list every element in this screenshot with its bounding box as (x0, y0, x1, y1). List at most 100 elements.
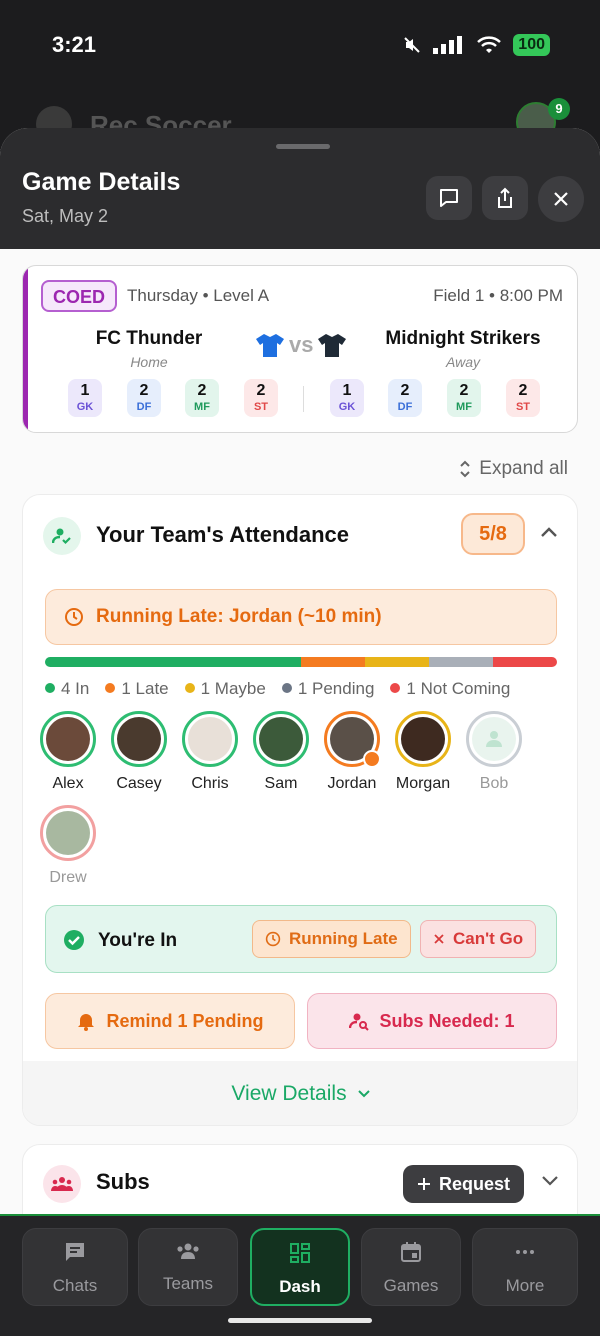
tab-teams[interactable]: Teams (138, 1228, 238, 1306)
remind-pending-label: Remind 1 Pending (106, 1010, 264, 1031)
view-details-button[interactable]: View Details (23, 1061, 577, 1125)
home-indicator (228, 1318, 372, 1323)
rsvp-status-label: You're In (98, 930, 178, 951)
tab-bar: Chats Teams Dash Games More (0, 1214, 600, 1336)
running-late-button[interactable]: Running Late (252, 920, 411, 958)
dashboard-icon (290, 1243, 310, 1263)
player-name: Alex (52, 775, 84, 792)
close-button[interactable] (538, 176, 584, 222)
chat-icon (66, 1243, 84, 1261)
tab-dash[interactable]: Dash (250, 1228, 350, 1306)
home-position-df: 2 DF (127, 379, 161, 417)
away-team-name: Midnight Strikers (385, 328, 541, 349)
avatar (46, 717, 90, 761)
attendance-card: Your Team's Attendance 5/8 Running Late:… (22, 494, 578, 1126)
sheet-date: Sat, May 2 (22, 206, 109, 226)
tab-teams-label: Teams (162, 1274, 214, 1293)
attendance-title: Your Team's Attendance (96, 522, 349, 547)
expand-icon (460, 460, 470, 478)
legend-label: 1 Pending (297, 679, 375, 698)
notification-badge: 9 (548, 98, 570, 120)
away-position-df: 2 DF (388, 379, 422, 417)
attendance-count-badge: 5/8 (461, 513, 525, 555)
share-icon (498, 187, 512, 208)
chat-button[interactable] (426, 176, 472, 220)
chat-bubble-icon (440, 189, 458, 207)
home-position-st: 2 ST (244, 379, 278, 417)
avatar (46, 811, 90, 855)
avatar (117, 717, 161, 761)
status-icons: 100 (403, 34, 550, 56)
division-tag: COED (41, 280, 118, 312)
subs-title: Subs (96, 1169, 150, 1194)
attendance-legend: 4 In 1 Late 1 Maybe 1 Pending 1 Not Coming (45, 679, 510, 699)
bell-icon (78, 1014, 95, 1031)
remind-pending-button[interactable]: Remind 1 Pending (45, 993, 295, 1049)
check-circle-icon (64, 930, 84, 950)
legend-dot (390, 682, 401, 693)
match-card[interactable]: COED Thursday • Level A Field 1 • 8:00 P… (22, 265, 578, 433)
clock-icon (265, 931, 281, 947)
player-avatar-alex[interactable]: Alex (33, 711, 103, 793)
attendance-progress-bar (45, 657, 557, 667)
app-root: 3:21 100 Rec Soccer 9 Game Details Sat, … (0, 0, 600, 1336)
chevron-up-icon[interactable] (539, 525, 559, 539)
request-sub-button[interactable]: Request (403, 1165, 525, 1203)
player-avatar-bob[interactable]: Bob (459, 711, 529, 793)
legend-label: 1 Late (121, 679, 169, 698)
progress-segment-not-coming (493, 657, 557, 667)
player-avatar-jordan[interactable]: Jordan (317, 711, 387, 793)
group-icon (43, 1165, 81, 1203)
home-team-name: FC Thunder (95, 328, 203, 349)
expand-all-button[interactable]: Expand all (459, 458, 568, 480)
legend-dot (105, 682, 116, 693)
home-jersey-icon (256, 334, 284, 357)
match-accent-bar (23, 266, 28, 432)
legend-item: 1 Maybe (184, 679, 266, 699)
away-position-gk: 1 GK (330, 379, 364, 417)
sheet-grabber[interactable] (276, 144, 330, 149)
expand-all-label: Expand all (479, 458, 568, 479)
tab-more[interactable]: More (472, 1228, 578, 1306)
status-time: 3:21 (52, 32, 97, 57)
player-avatar-drew[interactable]: Drew (33, 805, 103, 887)
attendance-icon (43, 517, 81, 555)
share-button[interactable] (482, 176, 528, 220)
tab-chats-label: Chats (52, 1276, 98, 1295)
home-position-gk: 1 GK (68, 379, 102, 417)
player-avatar-sam[interactable]: Sam (246, 711, 316, 793)
away-jersey-icon (318, 334, 347, 357)
positions-divider (303, 386, 304, 412)
running-late-button-label: Running Late (289, 929, 398, 948)
chevron-down-icon (357, 1090, 370, 1098)
subs-needed-label: Subs Needed: 1 (379, 1010, 515, 1031)
tab-chats[interactable]: Chats (22, 1228, 128, 1306)
teams-icon (177, 1243, 199, 1259)
cant-go-button[interactable]: Can't Go (420, 920, 537, 958)
legend-label: 1 Maybe (200, 679, 266, 698)
chevron-down-icon[interactable] (541, 1175, 559, 1187)
away-position-mf: 2 MF (447, 379, 481, 417)
match-field-time: Field 1 • 8:00 PM (433, 286, 563, 305)
rsvp-panel: You're In Running Late Can't Go (45, 905, 557, 973)
legend-item: 1 Late (105, 679, 169, 699)
running-late-text: Running Late: Jordan (~10 min) (96, 606, 382, 627)
subs-needed-button[interactable]: Subs Needed: 1 (307, 993, 557, 1049)
plus-icon (418, 1178, 430, 1190)
tab-games-label: Games (383, 1276, 439, 1295)
game-details-sheet: Game Details Sat, May 2 COED Thursday • … (0, 128, 600, 1336)
legend-item: 1 Pending (281, 679, 375, 699)
player-avatar-chris[interactable]: Chris (175, 711, 245, 793)
legend-dot (45, 682, 55, 693)
player-avatar-casey[interactable]: Casey (104, 711, 174, 793)
player-avatar-morgan[interactable]: Morgan (388, 711, 458, 793)
progress-segment-pending (429, 657, 493, 667)
legend-label: 4 In (61, 679, 90, 698)
mute-icon (404, 37, 421, 53)
close-icon (554, 192, 568, 206)
tab-games[interactable]: Games (361, 1228, 461, 1306)
legend-dot (281, 682, 292, 693)
legend-item: 4 In (45, 679, 89, 699)
versus: vs (255, 332, 347, 358)
home-position-mf: 2 MF (185, 379, 219, 417)
